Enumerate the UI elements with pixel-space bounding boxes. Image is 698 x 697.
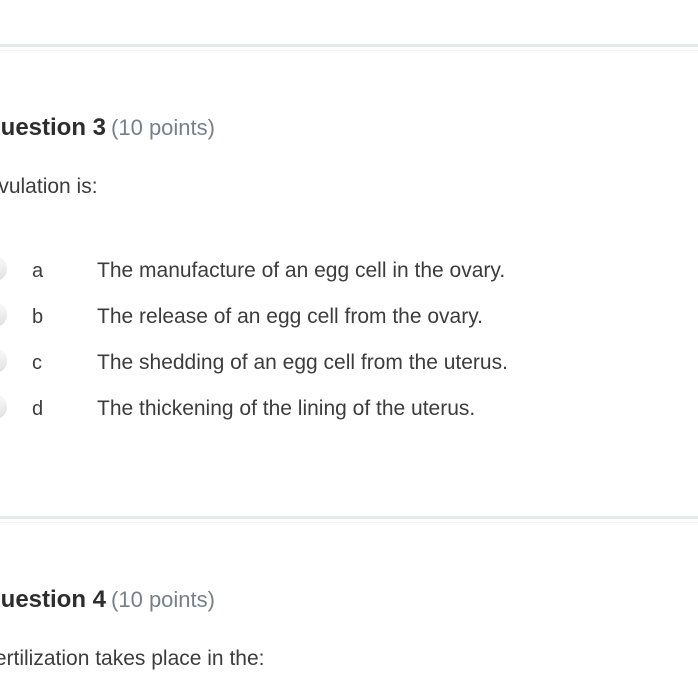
question-3-stem-block: Ovulation is:	[0, 172, 698, 201]
radio-button-icon-d[interactable]	[0, 394, 7, 419]
question-3-heading: Question 3(10 points)	[0, 112, 698, 144]
question-3-answers: a The manufacture of an egg cell in the …	[0, 248, 698, 432]
section-divider-middle	[0, 516, 698, 519]
answer-letter-c: c	[32, 351, 42, 374]
question-4-stem-block: Fertilization takes place in the:	[0, 644, 698, 673]
question-4-block: Question 4(10 points)	[0, 584, 698, 616]
radio-button-icon-c[interactable]	[0, 348, 7, 373]
question-4-stem: Fertilization takes place in the:	[0, 647, 265, 670]
question-3-stem: Ovulation is:	[0, 175, 98, 198]
answer-text-d[interactable]: The thickening of the lining of the uter…	[97, 386, 475, 432]
answer-option-b[interactable]: b The release of an egg cell from the ov…	[0, 294, 698, 340]
answer-text-a[interactable]: The manufacture of an egg cell in the ov…	[97, 248, 505, 294]
question-4-heading: Question 4(10 points)	[0, 584, 698, 616]
quiz-page: Question 3(10 points) Ovulation is: a Th…	[0, 0, 698, 697]
question-3-label: Question 3	[0, 114, 107, 141]
question-4-label: Question 4	[0, 586, 107, 613]
answer-text-c[interactable]: The shedding of an egg cell from the ute…	[97, 340, 508, 386]
answer-text-b[interactable]: The release of an egg cell from the ovar…	[97, 294, 483, 340]
answer-letter-d: d	[32, 397, 44, 420]
answer-letter-a: a	[32, 259, 44, 282]
answer-option-d[interactable]: d The thickening of the lining of the ut…	[0, 386, 698, 432]
answer-option-a[interactable]: a The manufacture of an egg cell in the …	[0, 248, 698, 294]
section-divider-top	[0, 44, 698, 47]
radio-button-icon-b[interactable]	[0, 302, 7, 327]
question-4-points: (10 points)	[111, 587, 215, 612]
section-divider-top-hairline	[0, 50, 698, 51]
section-divider-middle-hairline	[0, 522, 698, 523]
answer-letter-b: b	[32, 305, 44, 328]
answer-option-c[interactable]: c The shedding of an egg cell from the u…	[0, 340, 698, 386]
question-3-block: Question 3(10 points)	[0, 112, 698, 144]
radio-button-icon-a[interactable]	[0, 256, 7, 281]
question-3-points: (10 points)	[111, 115, 215, 140]
